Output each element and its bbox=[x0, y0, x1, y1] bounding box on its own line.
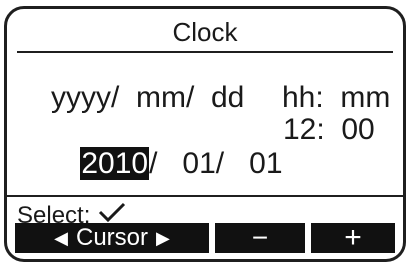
date-value: 2010/ 01/ 01 bbox=[47, 113, 283, 215]
month-day-fields[interactable]: / 01/ 01 bbox=[149, 147, 282, 180]
time-format-header: hh: mm bbox=[282, 81, 391, 114]
date-format-header: yyyy/ mm/ dd bbox=[51, 81, 245, 114]
decrease-button[interactable]: − bbox=[215, 222, 305, 253]
plus-icon: + bbox=[344, 221, 362, 254]
right-arrow-icon: ▶ bbox=[156, 227, 170, 248]
softkey-bar: ◀ Cursor ▶ − + bbox=[15, 221, 395, 254]
cursor-button[interactable]: ◀ Cursor ▶ bbox=[15, 223, 209, 253]
title-divider bbox=[17, 51, 393, 53]
footer-divider bbox=[7, 195, 403, 197]
year-field[interactable]: 2010 bbox=[80, 147, 150, 180]
time-value[interactable]: 12: 00 bbox=[283, 113, 375, 147]
minus-icon: − bbox=[251, 222, 269, 253]
increase-button[interactable]: + bbox=[311, 221, 395, 254]
cursor-label: Cursor bbox=[75, 224, 148, 251]
clock-screen: Clock yyyy/ mm/ dd hh: mm 2010/ 01/ 01 1… bbox=[4, 6, 406, 262]
left-arrow-icon: ◀ bbox=[54, 227, 68, 248]
screen-title: Clock bbox=[172, 17, 238, 47]
